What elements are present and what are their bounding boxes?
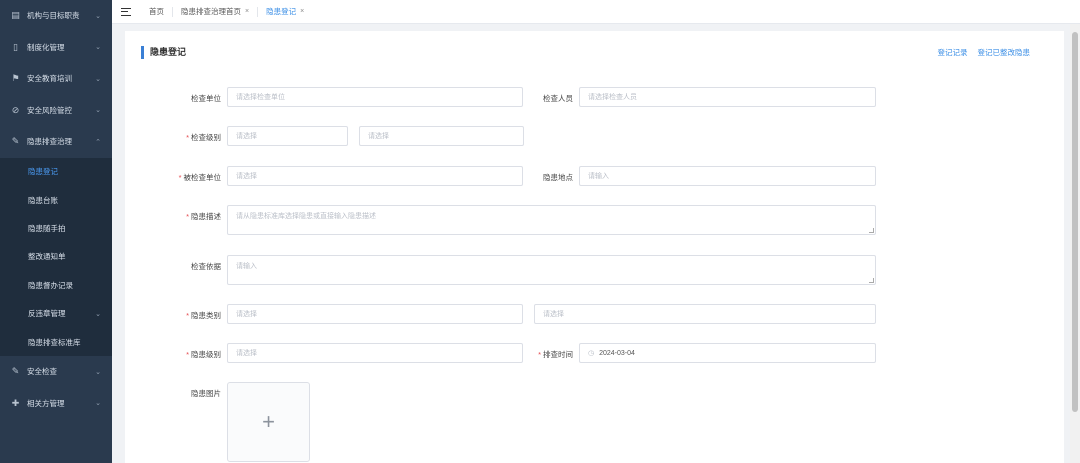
edit-icon: ✎: [11, 366, 20, 377]
resize-handle-icon[interactable]: [869, 278, 874, 283]
register-rectified-link[interactable]: 登记已整改隐患: [978, 47, 1031, 58]
photo-upload-button[interactable]: +: [227, 382, 310, 462]
close-icon[interactable]: ×: [300, 8, 304, 15]
inspect-unit-select[interactable]: 请选择检查单位: [227, 87, 523, 107]
check-time-label: * 排查时间: [538, 350, 573, 359]
hazard-desc-label: * 隐患描述: [186, 212, 221, 221]
menu-toggle-icon[interactable]: [121, 7, 131, 16]
hazard-level-label: * 隐患级别: [186, 350, 221, 359]
page-scrollbar[interactable]: [1070, 24, 1080, 463]
sidebar-subitem-snapshot[interactable]: 隐患随手拍: [0, 214, 112, 242]
tab-label: 隐患登记: [266, 7, 297, 16]
tab-hazard-home[interactable]: 隐患排查治理首页 ×: [173, 0, 257, 24]
flag-icon: ⚑: [11, 73, 20, 84]
sidebar-item-training[interactable]: ⚑ 安全教育培训 ⌄: [0, 63, 112, 95]
chevron-down-icon: ⌄: [95, 12, 101, 20]
chevron-up-icon: ⌃: [95, 138, 101, 146]
sidebar-item-label: 机构与目标职责: [27, 11, 80, 21]
sidebar-subitem-supervise[interactable]: 隐患督办记录: [0, 271, 112, 299]
sidebar: ▤ 机构与目标职责 ⌄ ▯ 制度化管理 ⌄ ⚑ 安全教育培训 ⌄ ⊘ 安全风险管…: [0, 0, 112, 463]
tab-home[interactable]: 首页: [141, 0, 172, 24]
sidebar-subitem-violation[interactable]: 反违章管理 ⌄: [0, 299, 112, 327]
date-value: 2024-03-04: [599, 349, 635, 357]
hazard-subtype-select[interactable]: 请选择: [534, 304, 876, 324]
chevron-down-icon: ⌄: [95, 75, 101, 83]
document-icon: ▯: [13, 41, 18, 52]
sidebar-item-label: 相关方管理: [27, 398, 65, 408]
sidebar-subitem-standard[interactable]: 隐患排查标准库: [0, 328, 112, 356]
hazard-type-select[interactable]: 请选择: [227, 304, 523, 324]
hazard-desc-textarea[interactable]: 请从隐患标准库选择隐患或直接输入隐患描述: [227, 205, 876, 235]
plus-icon: ✚: [11, 397, 20, 408]
page-title: 隐患登记: [141, 46, 186, 59]
placeholder-text: 请从隐患标准库选择隐患或直接输入隐患描述: [236, 213, 376, 220]
placeholder-text: 请输入: [236, 263, 257, 270]
tab-bar: 首页 隐患排查治理首页 × 隐患登记 ×: [112, 0, 1080, 24]
inspect-unit-label: 检查单位: [191, 94, 221, 103]
sidebar-item-label: 安全风险管控: [27, 105, 72, 115]
chevron-down-icon: ⌄: [95, 310, 101, 318]
inspected-unit-select[interactable]: 请选择: [227, 166, 523, 186]
basis-textarea[interactable]: 请输入: [227, 255, 876, 285]
hazard-submenu: 隐患登记 隐患台账 隐患随手拍 整改通知单 隐患督办记录 反违章管理 ⌄ 隐患排…: [0, 157, 112, 357]
scrollbar-thumb[interactable]: [1072, 32, 1078, 412]
inspect-level-label: * 检查级别: [186, 133, 221, 142]
header-links: 登记记录 登记已整改隐患: [938, 47, 1031, 58]
chevron-down-icon: ⌄: [95, 44, 101, 52]
form-card: 隐患登记 登记记录 登记已整改隐患 检查单位 请选择检查单位 检查人员 请选择检…: [125, 31, 1064, 463]
hazard-location-label: 隐患地点: [543, 173, 573, 182]
resize-handle-icon[interactable]: [869, 228, 874, 233]
hazard-type-label: * 隐患类别: [186, 311, 221, 320]
sidebar-item-inspection[interactable]: ✎ 安全检查 ⌄: [0, 356, 112, 388]
sidebar-item-label: 隐患排查治理: [27, 137, 72, 147]
sidebar-item-label: 安全教育培训: [27, 74, 72, 84]
check-time-datepicker[interactable]: ◷ 2024-03-04: [579, 343, 876, 363]
hazard-level-select[interactable]: 请选择: [227, 343, 523, 363]
inspect-level-select[interactable]: 请选择: [227, 126, 348, 146]
sidebar-item-hazard[interactable]: ✎ 隐患排查治理 ⌃: [0, 126, 112, 158]
inspector-label: 检查人员: [543, 94, 573, 103]
close-icon[interactable]: ×: [245, 8, 249, 15]
chevron-down-icon: ⌄: [95, 107, 101, 115]
plus-icon: +: [262, 409, 275, 434]
edit-icon: ✎: [11, 136, 20, 147]
hazard-location-input[interactable]: 请输入: [579, 166, 876, 186]
register-records-link[interactable]: 登记记录: [938, 47, 968, 58]
sidebar-item-rules[interactable]: ▯ 制度化管理 ⌄: [0, 32, 112, 64]
sidebar-item-label: 制度化管理: [27, 42, 65, 52]
inspect-level-sub-select[interactable]: 请选择: [359, 126, 524, 146]
shield-icon: ⊘: [11, 104, 20, 115]
sidebar-item-partners[interactable]: ✚ 相关方管理 ⌄: [0, 388, 112, 420]
chevron-down-icon: ⌄: [95, 368, 101, 376]
sidebar-item-org[interactable]: ▤ 机构与目标职责 ⌄: [0, 0, 112, 32]
tab-label: 首页: [149, 7, 164, 16]
basis-label: 检查依据: [191, 262, 221, 271]
org-icon: ▤: [11, 10, 20, 21]
sidebar-item-label: 安全检查: [27, 367, 57, 377]
sidebar-subitem-ledger[interactable]: 隐患台账: [0, 186, 112, 214]
tab-label: 隐患排查治理首页: [181, 7, 241, 16]
tab-hazard-register[interactable]: 隐患登记 ×: [258, 0, 312, 24]
sidebar-subitem-register[interactable]: 隐患登记: [0, 158, 112, 186]
inspected-unit-label: * 被检查单位: [178, 173, 221, 182]
clock-icon: ◷: [588, 350, 595, 357]
sidebar-item-label: 反违章管理: [28, 309, 66, 319]
inspector-select[interactable]: 请选择检查人员: [579, 87, 876, 107]
photos-label: 隐患图片: [191, 389, 221, 398]
chevron-down-icon: ⌄: [95, 400, 101, 408]
sidebar-subitem-notice[interactable]: 整改通知单: [0, 243, 112, 271]
sidebar-item-risk[interactable]: ⊘ 安全风险管控 ⌄: [0, 95, 112, 127]
